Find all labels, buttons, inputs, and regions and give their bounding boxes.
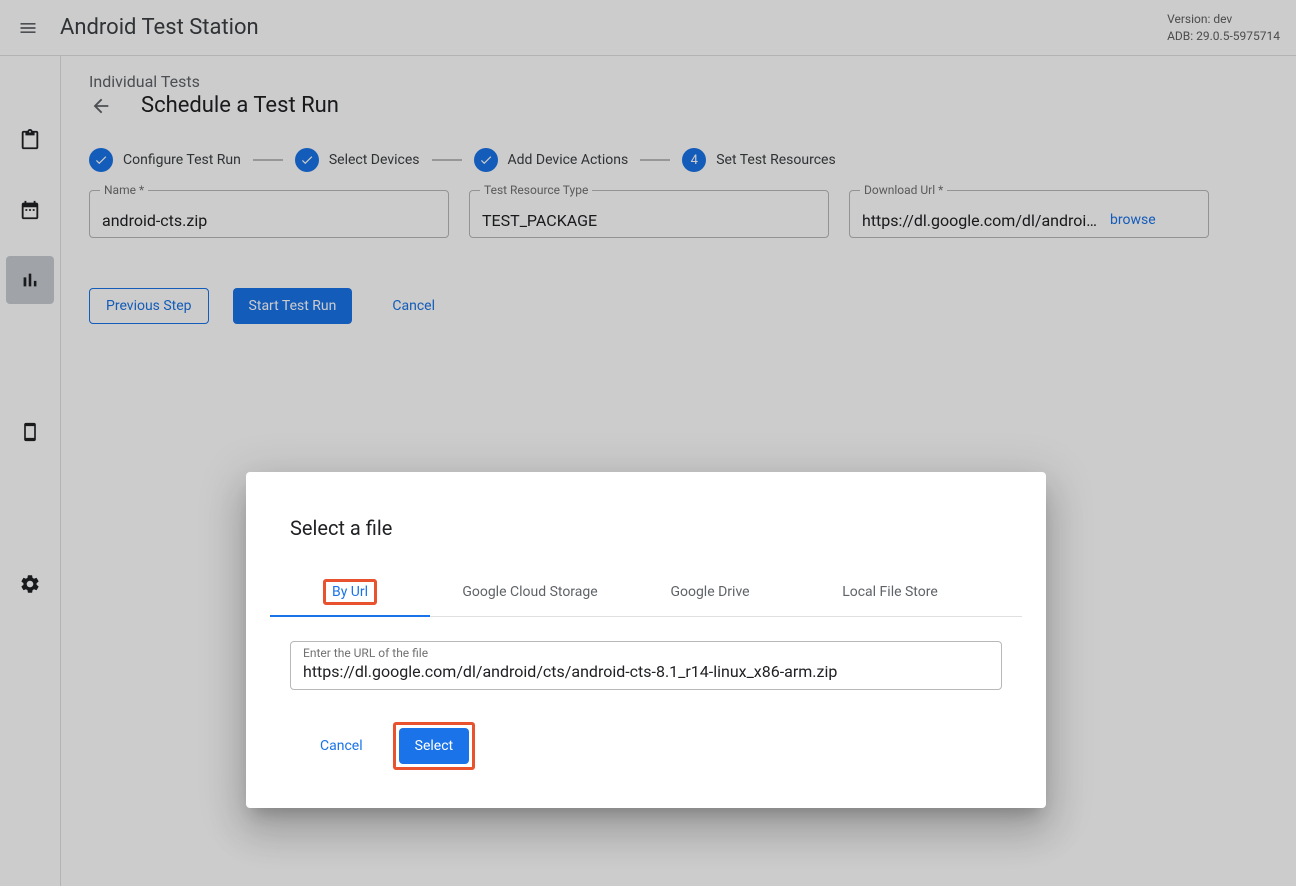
field-label: Enter the URL of the file [303,646,428,660]
tab-gdrive[interactable]: Google Drive [630,568,790,616]
highlight-box: By Url [323,579,377,605]
dialog-select-button[interactable]: Select [399,728,469,764]
dialog-url-input[interactable] [303,662,989,681]
dialog-title: Select a file [290,516,1002,540]
highlight-box: Select [393,722,475,770]
dialog-tabs: By Url Google Cloud Storage Google Drive… [270,568,1022,617]
tab-by-url[interactable]: By Url [270,568,430,616]
tab-local[interactable]: Local File Store [790,568,990,616]
select-file-dialog: Select a file By Url Google Cloud Storag… [246,472,1046,808]
dialog-url-field[interactable]: Enter the URL of the file [290,641,1002,690]
tab-gcs[interactable]: Google Cloud Storage [430,568,630,616]
dialog-cancel-button[interactable]: Cancel [304,728,379,764]
